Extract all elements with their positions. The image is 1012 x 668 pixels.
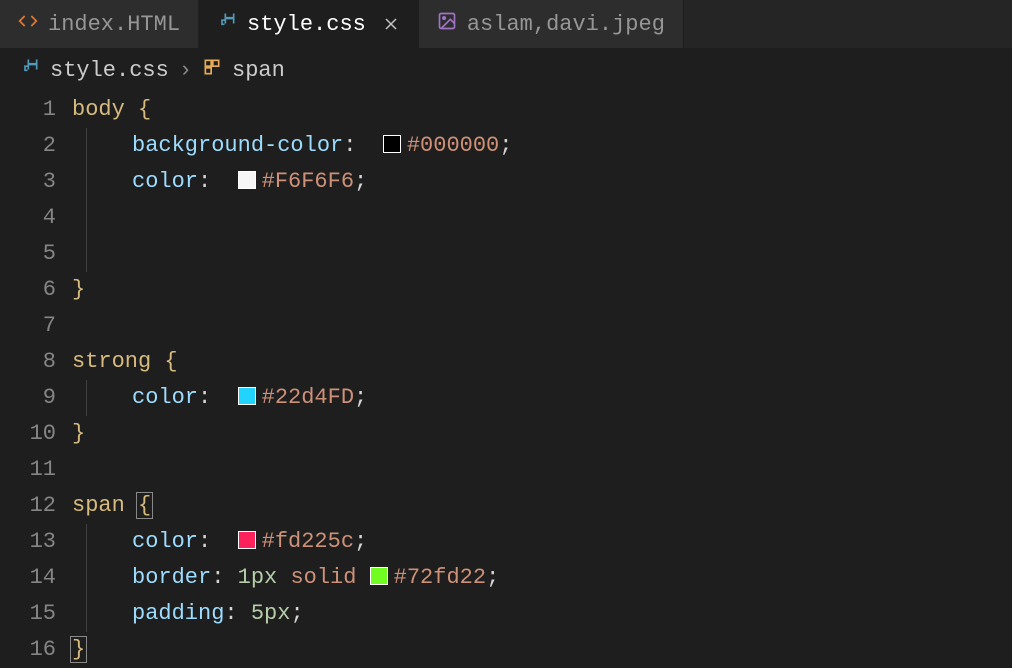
code-line: border: 1px solid #72fd22;	[72, 560, 1012, 596]
code-line: body {	[72, 92, 1012, 128]
line-number: 15	[0, 596, 56, 632]
tab-index-html[interactable]: index.HTML	[0, 0, 199, 48]
image-icon	[437, 11, 457, 38]
line-number: 2	[0, 128, 56, 164]
code-line: strong {	[72, 344, 1012, 380]
code-line: }	[72, 416, 1012, 452]
symbol-icon	[202, 57, 222, 84]
breadcrumb[interactable]: style.css › span	[0, 48, 1012, 92]
tab-bar: index.HTML style.css aslam,davi.jpeg	[0, 0, 1012, 48]
line-number: 10	[0, 416, 56, 452]
line-number: 7	[0, 308, 56, 344]
indent-guide	[86, 380, 87, 416]
editor[interactable]: 1 2 3 4 5 6 7 8 9 10 11 12 13 14 15 16 b…	[0, 92, 1012, 668]
color-swatch	[238, 531, 256, 549]
code-line	[72, 236, 1012, 272]
tab-label: aslam,davi.jpeg	[467, 12, 665, 37]
color-swatch	[370, 567, 388, 585]
tab-aslam-davi-jpeg[interactable]: aslam,davi.jpeg	[419, 0, 684, 48]
line-number: 4	[0, 200, 56, 236]
code-line: }	[72, 632, 1012, 668]
css-icon	[217, 11, 237, 38]
line-number: 1	[0, 92, 56, 128]
color-swatch	[238, 171, 256, 189]
indent-guide	[86, 524, 87, 632]
close-icon[interactable]	[382, 15, 400, 33]
css-icon	[20, 57, 40, 84]
color-swatch	[383, 135, 401, 153]
line-number: 16	[0, 632, 56, 668]
breadcrumb-file: style.css	[50, 58, 169, 83]
code-line	[72, 452, 1012, 488]
code-line	[72, 200, 1012, 236]
code-line: padding: 5px;	[72, 596, 1012, 632]
line-number: 13	[0, 524, 56, 560]
tab-label: style.css	[247, 12, 366, 37]
line-number: 6	[0, 272, 56, 308]
code-line: background-color: #000000;	[72, 128, 1012, 164]
line-number: 3	[0, 164, 56, 200]
code-line: color: #22d4FD;	[72, 380, 1012, 416]
code-area[interactable]: body { background-color: #000000; color:…	[72, 92, 1012, 668]
line-number: 14	[0, 560, 56, 596]
line-number: 9	[0, 380, 56, 416]
code-line: span {	[72, 488, 1012, 524]
chevron-right-icon: ›	[179, 58, 192, 83]
code-line: color: #fd225c;	[72, 524, 1012, 560]
html-icon	[18, 11, 38, 38]
tab-style-css[interactable]: style.css	[199, 0, 419, 48]
code-line	[72, 308, 1012, 344]
indent-guide	[86, 128, 87, 272]
tab-label: index.HTML	[48, 12, 180, 37]
color-swatch	[238, 387, 256, 405]
line-gutter: 1 2 3 4 5 6 7 8 9 10 11 12 13 14 15 16	[0, 92, 72, 668]
code-line: }	[72, 272, 1012, 308]
line-number: 11	[0, 452, 56, 488]
breadcrumb-symbol: span	[232, 58, 285, 83]
code-line: color: #F6F6F6;	[72, 164, 1012, 200]
line-number: 12	[0, 488, 56, 524]
line-number: 5	[0, 236, 56, 272]
line-number: 8	[0, 344, 56, 380]
